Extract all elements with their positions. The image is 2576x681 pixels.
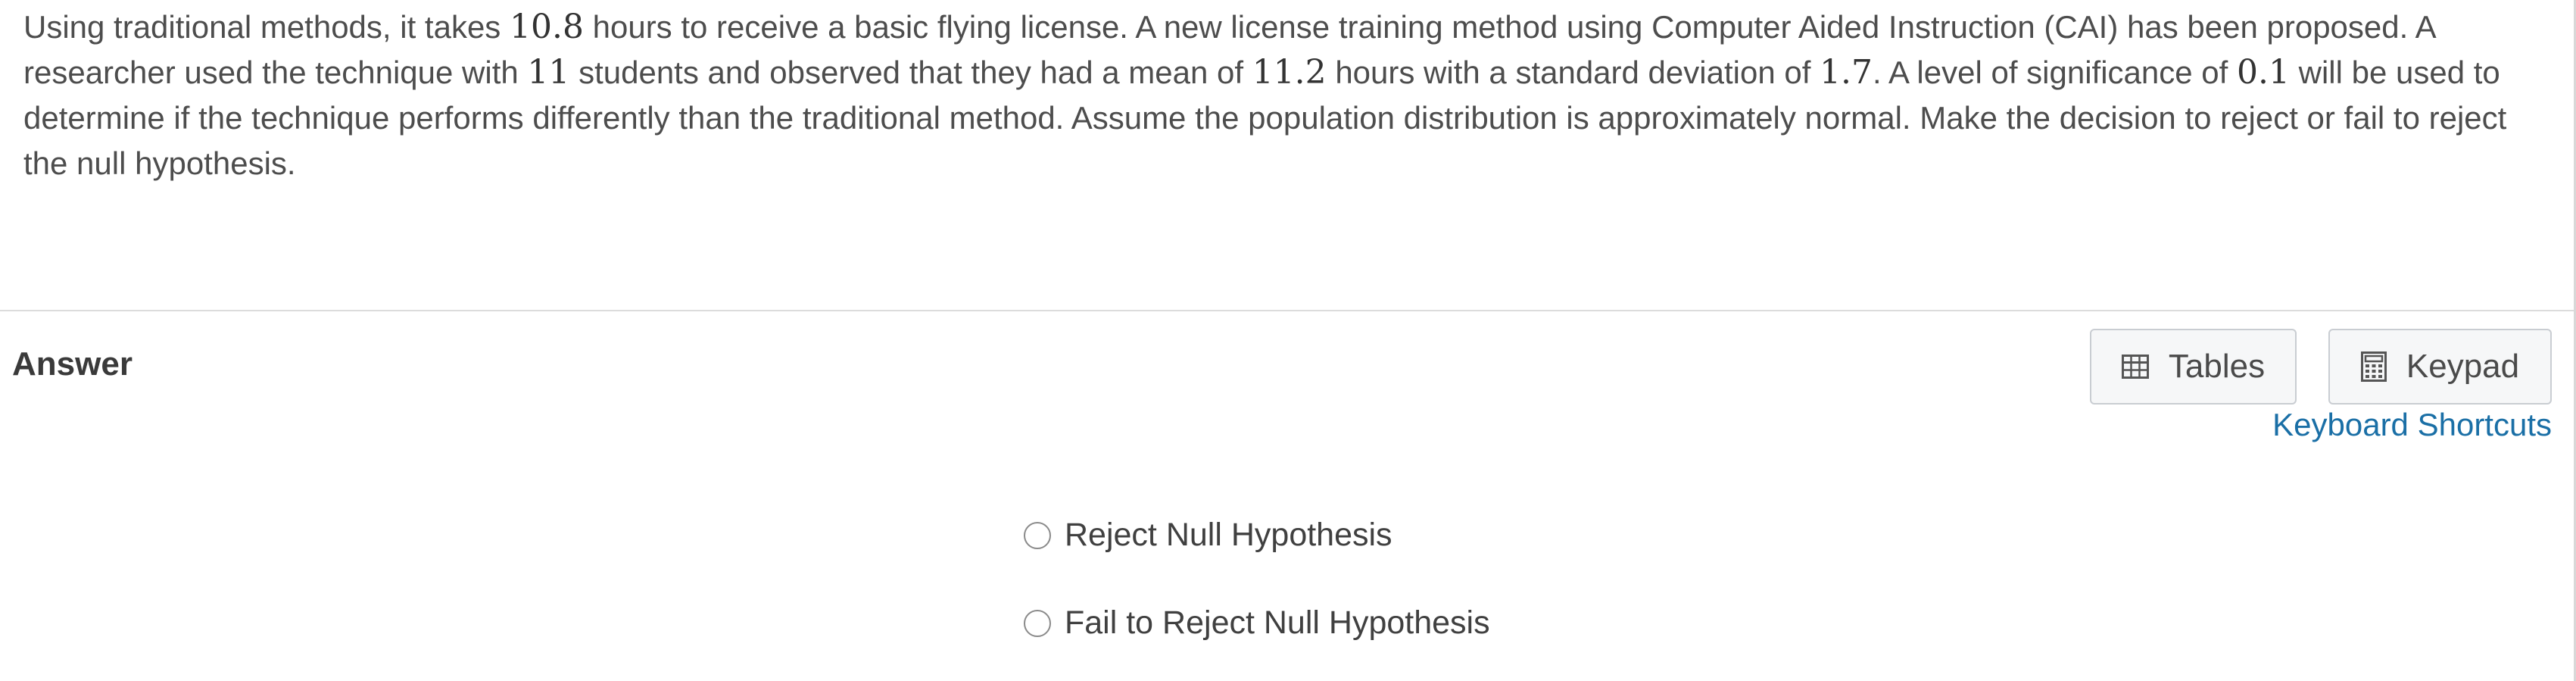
question-value-mean: 11.2: [1252, 53, 1327, 92]
question-value-sample-size: 11: [527, 53, 570, 92]
option-reject-null[interactable]: Reject Null Hypothesis: [1024, 517, 1392, 554]
calculator-icon: [2360, 351, 2387, 382]
question-value-std-dev: 1.7: [1820, 53, 1873, 92]
question-text: Using traditional methods, it takes 10.8…: [23, 5, 2530, 186]
option-label: Fail to Reject Null Hypothesis: [1065, 604, 1490, 641]
option-fail-to-reject-null[interactable]: Fail to Reject Null Hypothesis: [1024, 604, 1490, 642]
keypad-button[interactable]: Keypad: [2328, 329, 2552, 405]
tables-button[interactable]: Tables: [2090, 329, 2297, 405]
question-text-part: students and observed that they had a me…: [569, 55, 1252, 90]
table-grid-icon: [2121, 355, 2149, 379]
radio-button[interactable]: [1024, 521, 1051, 549]
keypad-button-label: Keypad: [2406, 348, 2520, 385]
option-label: Reject Null Hypothesis: [1065, 517, 1392, 553]
tables-button-label: Tables: [2168, 348, 2266, 385]
keyboard-shortcuts-link[interactable]: Keyboard Shortcuts: [2272, 407, 2552, 443]
answer-heading: Answer: [12, 345, 133, 383]
question-value-base-hours: 10.8: [509, 8, 584, 46]
question-text-part: . A level of significance of: [1873, 55, 2237, 90]
question-text-part: hours with a standard deviation of: [1326, 55, 1820, 90]
question-value-significance: 0.1: [2236, 53, 2290, 92]
question-text-part: Using traditional methods, it takes: [23, 9, 510, 45]
radio-button[interactable]: [1024, 609, 1051, 637]
section-divider: [0, 310, 2576, 311]
